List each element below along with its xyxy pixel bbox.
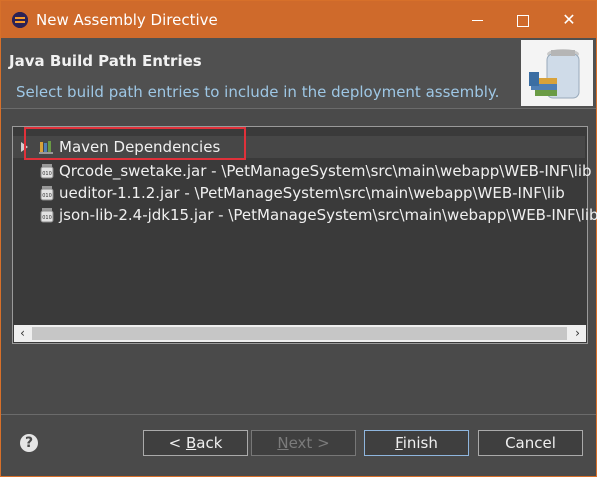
- svg-text:010: 010: [42, 171, 52, 177]
- minimize-icon: [471, 20, 483, 21]
- maximize-button[interactable]: [500, 1, 546, 38]
- jar-wizard-icon: [521, 40, 593, 106]
- jar-icon: 010: [40, 208, 54, 223]
- svg-text:010: 010: [42, 193, 52, 199]
- wizard-banner: Java Build Path Entries Select build pat…: [1, 38, 596, 108]
- close-button[interactable]: ✕: [546, 1, 592, 38]
- next-button[interactable]: Next >: [251, 430, 356, 456]
- build-path-tree[interactable]: Maven Dependencies 010 Qrcode_swetake.ja…: [12, 126, 597, 344]
- tree-item-jar[interactable]: 010 json-lib-2.4-jdk15.jar - \PetManageS…: [13, 204, 597, 226]
- page-description: Select build path entries to include in …: [16, 83, 500, 101]
- window-title: New Assembly Directive: [36, 11, 218, 29]
- footer-separator: [1, 414, 596, 415]
- back-button[interactable]: < Back: [143, 430, 248, 456]
- page-title: Java Build Path Entries: [9, 52, 202, 70]
- jar-icon: 010: [40, 186, 54, 201]
- close-icon: ✕: [562, 10, 576, 29]
- tree-item-maven-dependencies[interactable]: Maven Dependencies: [13, 136, 585, 158]
- tree-item-jar[interactable]: 010 ueditor-1.1.2.jar - \PetManageSystem…: [13, 182, 585, 204]
- horizontal-scrollbar[interactable]: ‹ ›: [14, 325, 586, 342]
- scroll-right-icon[interactable]: ›: [569, 325, 586, 342]
- scroll-left-icon[interactable]: ‹: [14, 325, 31, 342]
- tree-item-label: Maven Dependencies: [59, 138, 221, 156]
- library-icon: [39, 141, 53, 154]
- maximize-icon: [517, 14, 529, 27]
- expand-arrow-icon[interactable]: [21, 142, 28, 152]
- dialog-window: New Assembly Directive ✕ Java Build Path…: [0, 0, 597, 477]
- help-icon[interactable]: ?: [20, 434, 38, 452]
- banner-separator: [1, 108, 596, 109]
- svg-text:010: 010: [42, 215, 52, 221]
- tree-item-jar[interactable]: 010 Qrcode_swetake.jar - \PetManageSyste…: [13, 160, 592, 182]
- tree-item-label: Qrcode_swetake.jar - \PetManageSystem\sr…: [59, 162, 592, 180]
- finish-button[interactable]: Finish: [364, 430, 469, 456]
- minimize-button[interactable]: [454, 1, 500, 38]
- scrollbar-thumb[interactable]: [32, 327, 567, 340]
- tree-item-label: ueditor-1.1.2.jar - \PetManageSystem\src…: [59, 184, 565, 202]
- title-bar[interactable]: New Assembly Directive ✕: [1, 1, 596, 38]
- tree-item-label: json-lib-2.4-jdk15.jar - \PetManageSyste…: [59, 206, 597, 224]
- jar-icon: 010: [40, 164, 54, 179]
- cancel-button[interactable]: Cancel: [478, 430, 583, 456]
- eclipse-icon: [12, 12, 28, 28]
